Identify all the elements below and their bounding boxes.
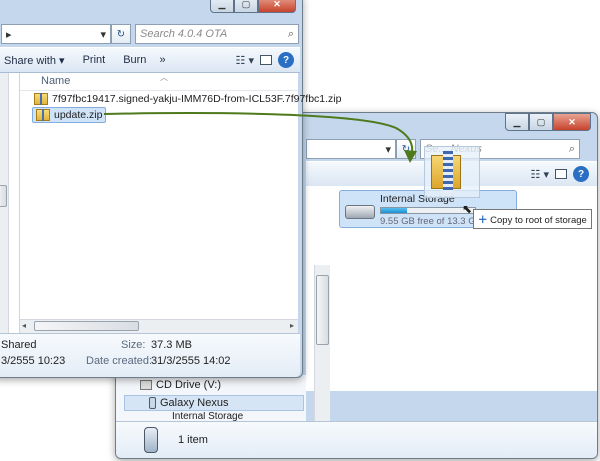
search-icon: ⌕: [568, 142, 575, 155]
share-with-button[interactable]: Share with ▾: [0, 54, 74, 67]
views-icon[interactable]: ☷ ▾: [531, 168, 549, 181]
nexus-nav-pane: CD Drive (V:) Galaxy Nexus Internal Stor…: [116, 375, 306, 421]
mouse-cursor-icon: ⬉: [462, 202, 473, 216]
ota-nav-pane: [0, 73, 19, 333]
search-input[interactable]: Search 4.0.4 OTA ⌕: [135, 24, 299, 44]
drag-tooltip: ＋ Copy to root of storage: [473, 209, 592, 229]
preview-pane-icon[interactable]: [260, 55, 272, 65]
date-created-label: Date created:: [86, 355, 153, 367]
drag-tooltip-text: Copy to root of storage: [490, 215, 587, 226]
size-label: Size:: [121, 339, 146, 351]
date-created-value: 31/3/2555 14:02: [151, 355, 231, 367]
nav-item-galaxy-nexus[interactable]: Galaxy Nexus: [124, 395, 304, 411]
maximize-button[interactable]: ▢: [234, 0, 258, 13]
ota-details-pane: Shared 3/2555 10:23 Size: 37.3 MB Date c…: [0, 333, 300, 377]
zip-folder-icon: [34, 93, 48, 105]
close-button[interactable]: ✕: [258, 0, 296, 13]
help-icon[interactable]: ?: [278, 52, 294, 68]
file-name: update.zip: [54, 109, 103, 121]
nav-item-cd-drive[interactable]: CD Drive (V:): [140, 379, 221, 391]
ota-file-list: Name ︿ 7f97fbc19417.signed-yakju-IMM76D-…: [20, 73, 341, 333]
nav-label-storage: Internal Storage: [172, 412, 244, 421]
preview-pane-icon[interactable]: [555, 169, 567, 179]
search-icon: ⌕: [287, 27, 294, 40]
nav-label-cd: CD Drive (V:): [156, 379, 221, 391]
cd-drive-icon: [140, 380, 152, 390]
drive-free-text: 9.55 GB free of 13.3 GB: [380, 216, 482, 227]
ota-address-row: ▸ ▾ ↻ Search 4.0.4 OTA ⌕: [1, 23, 299, 45]
help-icon[interactable]: ?: [573, 166, 589, 182]
nav-scrollbar[interactable]: [0, 73, 9, 333]
refresh-icon[interactable]: ↻: [396, 139, 416, 159]
item-count: 1 item: [178, 434, 208, 446]
column-header-name[interactable]: Name ︿: [20, 73, 298, 91]
maximize-button[interactable]: ▢: [529, 113, 553, 131]
nexus-details-pane: 1 item: [116, 421, 597, 458]
column-header-label: Name: [41, 75, 71, 87]
minimize-button[interactable]: ▁: [210, 0, 234, 13]
ota-caption-buttons: ▁ ▢ ✕: [210, 0, 296, 13]
print-button[interactable]: Print: [74, 54, 115, 66]
phone-icon: [149, 397, 156, 409]
address-bar[interactable]: ▾: [306, 139, 396, 159]
minimize-button[interactable]: ▁: [505, 113, 529, 131]
nav-scrollbar[interactable]: [314, 265, 330, 422]
drive-usage-fill: [381, 208, 408, 213]
phone-large-icon: [144, 427, 158, 453]
nexus-content-pane: Internal Storage 9.55 GB free of 13.3 GB…: [306, 146, 597, 391]
shared-label: Shared: [1, 339, 37, 351]
scroll-right-arrow-icon[interactable]: ▸: [290, 321, 294, 330]
burn-button[interactable]: Burn: [114, 54, 155, 66]
search-placeholder: Search 4.0.4 OTA: [140, 28, 228, 40]
file-row[interactable]: 7f97fbc19417.signed-yakju-IMM76D-from-IC…: [34, 93, 341, 105]
zip-folder-icon: [36, 109, 50, 121]
ota-toolbar: Share with ▾ Print Burn » ☷ ▾ ?: [0, 47, 300, 73]
nav-item-internal-storage[interactable]: Internal Storage: [172, 412, 243, 421]
nav-label-nexus: Galaxy Nexus: [160, 397, 229, 409]
sort-chevron-icon: ︿: [160, 73, 168, 82]
ota-window: ▁ ▢ ✕ ▸ ▾ ↻ Search 4.0.4 OTA ⌕ Share with…: [0, 0, 341, 378]
file-name: 7f97fbc19417.signed-yakju-IMM76D-from-IC…: [52, 93, 342, 105]
refresh-icon[interactable]: ↻: [111, 24, 131, 44]
views-icon[interactable]: ☷ ▾: [236, 54, 254, 67]
address-bar[interactable]: ▸ ▾: [1, 24, 111, 44]
copy-plus-icon: ＋: [478, 215, 488, 226]
size-value: 37.3 MB: [151, 339, 192, 351]
date-modified: 3/2555 10:23: [1, 355, 66, 367]
drive-icon: [345, 205, 375, 219]
nexus-caption-buttons: ▁ ▢ ✕: [505, 113, 591, 131]
drag-ghost-zip-icon: [424, 146, 480, 198]
share-with-label: Share with: [4, 54, 56, 67]
close-button[interactable]: ✕: [553, 113, 591, 131]
more-commands-button[interactable]: »: [155, 54, 169, 66]
scroll-left-arrow-icon[interactable]: ◂: [22, 321, 26, 330]
horizontal-scrollbar[interactable]: ◂ ▸: [20, 319, 298, 333]
file-row-selected[interactable]: update.zip: [32, 107, 107, 123]
